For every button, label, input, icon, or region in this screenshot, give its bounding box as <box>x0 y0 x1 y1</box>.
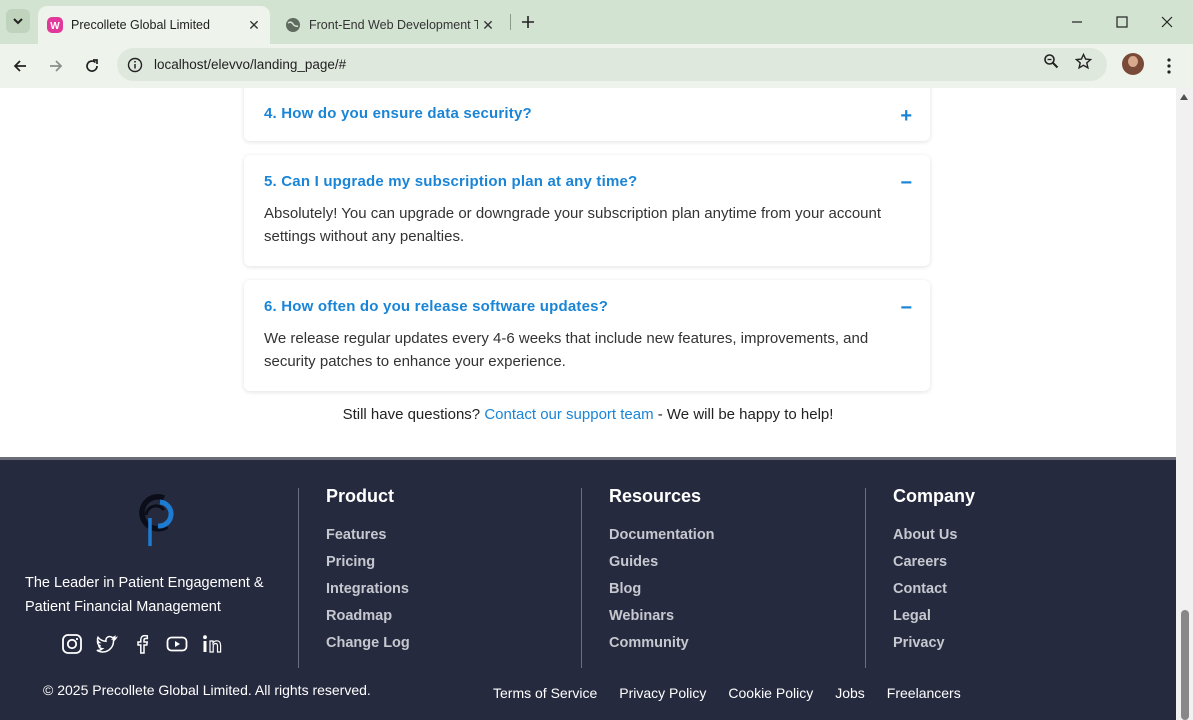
still-suffix: - We will be happy to help! <box>653 406 834 423</box>
footer-link[interactable]: Blog <box>609 581 715 608</box>
tab-search-button[interactable] <box>6 9 30 33</box>
globe-icon <box>285 17 301 33</box>
footer-link[interactable]: Change Log <box>326 635 410 662</box>
site-footer: The Leader in Patient Engagement & Patie… <box>0 457 1176 720</box>
still-prefix: Still have questions? <box>342 406 485 423</box>
minimize-icon <box>1072 21 1082 23</box>
legal-link[interactable]: Jobs <box>835 685 865 701</box>
wp-favicon-icon: W <box>47 17 63 33</box>
maximize-icon <box>1116 16 1128 28</box>
tab-close-icon[interactable]: ✕ <box>244 15 264 35</box>
scroll-up-arrow-icon[interactable] <box>1180 94 1188 100</box>
contact-support-link[interactable]: Contact our support team <box>484 406 653 423</box>
reload-icon <box>86 59 98 72</box>
faq-item[interactable]: 5. Can I upgrade my subscription plan at… <box>244 155 930 266</box>
bookmark-star-icon[interactable] <box>1074 52 1092 70</box>
tab-separator <box>510 14 511 30</box>
footer-column-resources: Resources Documentation Guides Blog Webi… <box>609 486 715 662</box>
footer-link[interactable]: Roadmap <box>326 608 410 635</box>
back-button[interactable] <box>7 53 33 79</box>
copyright-text: © 2025 Precollete Global Limited. All ri… <box>43 682 371 698</box>
address-bar[interactable]: localhost/elevvo/landing_page/# <box>117 48 1107 81</box>
site-info-icon[interactable] <box>126 56 144 74</box>
zoom-icon[interactable] <box>1042 52 1060 70</box>
tab-precollete[interactable]: W Precollete Global Limited ✕ <box>38 6 270 44</box>
footer-link[interactable]: Guides <box>609 554 715 581</box>
close-icon <box>1161 16 1173 28</box>
browser-menu-button[interactable] <box>1160 56 1178 76</box>
column-heading: Product <box>326 486 395 506</box>
column-divider <box>298 488 299 668</box>
faq-expand-icon[interactable]: + <box>900 106 912 126</box>
footer-column-product: Product Features Pricing Integrations Ro… <box>326 486 410 662</box>
faq-collapse-icon[interactable]: − <box>900 173 912 193</box>
maximize-button[interactable] <box>1099 0 1145 44</box>
faq-item[interactable]: 4. How do you ensure data security? + <box>244 88 930 141</box>
linkedin-icon[interactable] <box>201 633 223 655</box>
browser-tab-bar: W Precollete Global Limited ✕ Front-End … <box>0 0 1193 44</box>
footer-link[interactable]: Careers <box>893 554 975 581</box>
url-text[interactable]: localhost/elevvo/landing_page/# <box>154 57 1107 72</box>
footer-link[interactable]: Webinars <box>609 608 715 635</box>
faq-answer: We release regular updates every 4-6 wee… <box>264 330 869 370</box>
footer-column-company: Company About Us Careers Contact Legal P… <box>893 486 975 662</box>
faq-question[interactable]: 4. How do you ensure data security? <box>264 105 532 122</box>
legal-links: Terms of Service Privacy Policy Cookie P… <box>493 685 983 701</box>
footer-link[interactable]: Documentation <box>609 527 715 554</box>
forward-button[interactable] <box>43 53 69 79</box>
precollete-logo <box>139 494 174 546</box>
footer-link[interactable]: Contact <box>893 581 975 608</box>
svg-text:W: W <box>50 21 60 32</box>
faq-question[interactable]: 6. How often do you release software upd… <box>264 298 608 315</box>
tab-close-icon[interactable]: ✕ <box>478 15 498 35</box>
reload-button[interactable] <box>79 53 105 79</box>
legal-link[interactable]: Privacy Policy <box>619 685 706 701</box>
legal-link[interactable]: Terms of Service <box>493 685 597 701</box>
chevron-down-icon <box>13 18 23 25</box>
column-divider <box>865 488 866 668</box>
scrollbar-thumb[interactable] <box>1181 610 1189 720</box>
arrow-left-icon <box>13 60 26 72</box>
new-tab-button[interactable] <box>517 11 539 33</box>
youtube-icon[interactable] <box>166 633 188 655</box>
legal-link[interactable]: Freelancers <box>887 685 961 701</box>
profile-avatar[interactable] <box>1122 53 1144 75</box>
twitter-icon[interactable] <box>96 633 118 655</box>
plus-icon <box>522 16 534 28</box>
faq-answer: Absolutely! You can upgrade or downgrade… <box>264 205 882 245</box>
column-heading: Resources <box>609 486 702 506</box>
close-window-button[interactable] <box>1144 0 1190 44</box>
column-heading: Company <box>893 486 976 506</box>
faq-question[interactable]: 5. Can I upgrade my subscription plan at… <box>264 173 637 190</box>
more-vertical-icon <box>1167 58 1171 74</box>
tab-title: Precollete Global Limited <box>71 18 210 32</box>
still-have-questions: Still have questions? Contact our suppor… <box>0 406 1176 423</box>
page-viewport: 4. How do you ensure data security? + 5.… <box>0 88 1176 720</box>
minimize-button[interactable] <box>1054 0 1100 44</box>
faq-collapse-icon[interactable]: − <box>900 298 912 318</box>
footer-link[interactable]: About Us <box>893 527 975 554</box>
footer-tagline: The Leader in Patient Engagement & Patie… <box>25 575 264 615</box>
footer-link[interactable]: Privacy <box>893 635 975 662</box>
vertical-scrollbar[interactable] <box>1176 88 1193 720</box>
footer-link[interactable]: Pricing <box>326 554 410 581</box>
social-links <box>61 633 223 655</box>
facebook-icon[interactable] <box>131 633 153 655</box>
footer-link[interactable]: Integrations <box>326 581 410 608</box>
tab-frontend[interactable]: Front-End Web Development Ta ✕ <box>276 6 504 44</box>
arrow-right-icon <box>50 60 63 72</box>
tab-title: Front-End Web Development Ta <box>309 18 478 32</box>
legal-link[interactable]: Cookie Policy <box>728 685 813 701</box>
footer-link[interactable]: Community <box>609 635 715 662</box>
instagram-icon[interactable] <box>61 633 83 655</box>
footer-link[interactable]: Legal <box>893 608 975 635</box>
column-divider <box>581 488 582 668</box>
faq-item[interactable]: 6. How often do you release software upd… <box>244 280 930 391</box>
browser-toolbar: localhost/elevvo/landing_page/# <box>0 44 1193 88</box>
footer-link[interactable]: Features <box>326 527 410 554</box>
